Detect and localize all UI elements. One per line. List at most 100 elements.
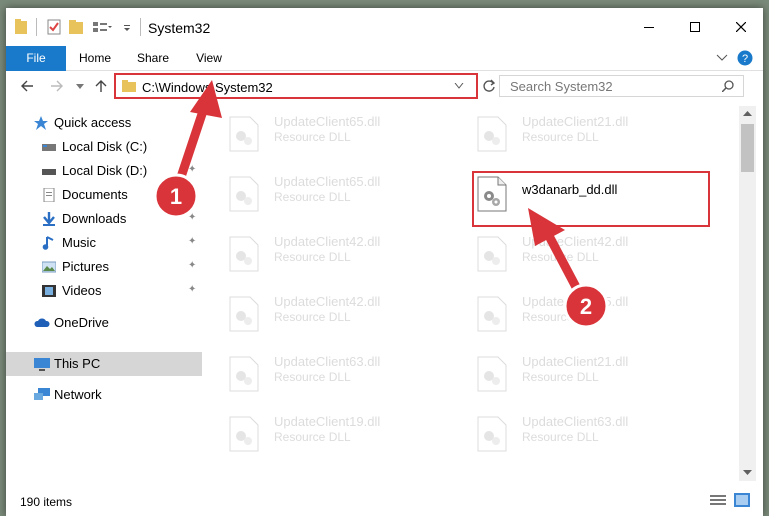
view-options-icon[interactable] [92, 18, 112, 36]
list-item[interactable]: UpdateClient42.dll Resource DLL [214, 228, 444, 278]
list-item[interactable]: UpdateClient65.dll Resource DLL [462, 288, 692, 338]
file-list: UpdateClient65.dll Resource DLL UpdateCl… [214, 106, 734, 481]
window-title: System32 [148, 20, 211, 36]
file-name: UpdateClient21.dll [522, 114, 629, 129]
sidebar-item-label: Music [62, 235, 96, 250]
vertical-scrollbar[interactable] [739, 106, 756, 481]
file-name: UpdateClient65.dll [522, 294, 629, 309]
customize-toolbar-icon[interactable] [122, 18, 132, 36]
maximize-button[interactable] [672, 8, 718, 46]
dll-file-icon [477, 236, 507, 272]
dll-file-icon [477, 296, 507, 332]
list-item[interactable]: UpdateClient21.dll Resource DLL [462, 108, 692, 158]
sidebar-item-label: Quick access [54, 115, 132, 130]
minimize-button[interactable] [626, 8, 672, 46]
back-arrow-icon[interactable] [20, 79, 34, 93]
folder-icon [122, 80, 136, 92]
list-item[interactable]: UpdateClient63.dll Resource DLL [214, 348, 444, 398]
close-button[interactable] [718, 8, 763, 46]
drive-icon [42, 144, 56, 151]
scroll-up-icon[interactable] [743, 111, 752, 117]
sidebar-item-music[interactable]: Music ✦ [6, 232, 202, 254]
pictures-icon [42, 261, 56, 273]
list-item[interactable]: UpdateClient42.dll Resource DLL [214, 288, 444, 338]
refresh-icon[interactable] [482, 79, 496, 93]
target-file-highlight [472, 171, 710, 227]
file-type: Resource DLL [522, 130, 599, 144]
search-icon[interactable] [722, 80, 734, 92]
file-type: Resource DLL [522, 430, 599, 444]
separator [140, 18, 141, 36]
address-row: C:\Windows\System32 Search System32 [6, 71, 763, 103]
scroll-down-icon[interactable] [743, 470, 752, 476]
sidebar-item-local-disk-d[interactable]: Local Disk (D:) ✦ [6, 160, 202, 182]
film-strip-icon [42, 285, 56, 297]
address-bar[interactable]: C:\Windows\System32 [114, 73, 478, 99]
expand-ribbon-icon[interactable] [716, 54, 728, 62]
tab-home[interactable]: Home [68, 46, 122, 70]
pin-icon: ✦ [188, 284, 197, 295]
search-placeholder: Search System32 [510, 79, 613, 94]
download-arrow-icon [43, 212, 55, 226]
title-bar: System32 [6, 8, 763, 46]
sidebar-item-onedrive[interactable]: OneDrive [6, 312, 202, 334]
dll-file-icon [229, 116, 259, 152]
star-icon [34, 116, 48, 130]
search-box[interactable]: Search System32 [499, 75, 744, 97]
list-item[interactable]: UpdateClient63.dll Resource DLL [462, 408, 692, 458]
music-note-icon [42, 236, 54, 250]
dll-file-icon [477, 116, 507, 152]
ribbon: File Home Share View ? [6, 46, 763, 96]
forward-arrow-icon[interactable] [50, 79, 64, 93]
file-name: UpdateClient63.dll [522, 414, 629, 429]
sidebar-item-label: Local Disk (D:) [62, 163, 148, 178]
sidebar-item-local-disk-c[interactable]: Local Disk (C:) [6, 136, 202, 158]
sidebar-item-documents[interactable]: Documents ✦ [6, 184, 202, 206]
file-type: Resource DLL [522, 310, 599, 324]
list-item[interactable]: UpdateClient21.dll Resource DLL [462, 348, 692, 398]
svg-text:?: ? [742, 53, 748, 65]
file-type: Resource DLL [522, 250, 599, 264]
file-type: Resource DLL [522, 370, 599, 384]
up-arrow-icon[interactable] [94, 79, 108, 93]
dll-file-icon [477, 416, 507, 452]
file-name: UpdateClient65.dll [274, 114, 381, 129]
file-name: UpdateClient19.dll [274, 414, 381, 429]
dll-file-icon [229, 176, 259, 212]
sidebar-item-label: Videos [62, 283, 102, 298]
properties-icon[interactable] [46, 18, 62, 36]
sidebar-item-downloads[interactable]: Downloads ✦ [6, 208, 202, 230]
recent-locations-icon[interactable] [76, 84, 84, 90]
list-item[interactable]: UpdateClient19.dll Resource DLL [214, 408, 444, 458]
maximize-icon [690, 22, 700, 32]
dll-file-icon [229, 416, 259, 452]
sidebar-item-network[interactable]: Network [6, 384, 202, 406]
status-bar: 190 items [6, 486, 763, 516]
dll-file-icon [229, 236, 259, 272]
separator [36, 18, 37, 36]
sidebar-item-label: This PC [54, 356, 101, 371]
list-item[interactable]: UpdateClient65.dll Resource DLL [214, 108, 444, 158]
list-item[interactable]: UpdateClient42.dll Resource DLL [462, 228, 692, 278]
navigation-pane: Quick access Local Disk (C:) Local Disk … [6, 106, 202, 481]
file-name: UpdateClient42.dll [274, 234, 381, 249]
help-icon[interactable]: ? [737, 50, 753, 66]
sidebar-item-videos[interactable]: Videos ✦ [6, 280, 202, 302]
pin-icon: ✦ [188, 236, 197, 247]
documents-icon [43, 188, 55, 202]
folder-icon [15, 19, 27, 34]
dll-file-icon [229, 296, 259, 332]
sidebar-item-quick-access[interactable]: Quick access [6, 112, 202, 134]
scrollbar-thumb[interactable] [741, 124, 754, 172]
tab-share[interactable]: Share [126, 46, 180, 70]
chevron-down-icon[interactable] [454, 83, 464, 89]
details-view-icon[interactable] [710, 494, 726, 506]
list-item[interactable]: UpdateClient65.dll Resource DLL [214, 168, 444, 218]
sidebar-item-label: Network [54, 387, 102, 402]
sidebar-item-pictures[interactable]: Pictures ✦ [6, 256, 202, 278]
new-folder-icon[interactable] [68, 18, 84, 36]
sidebar-item-this-pc[interactable]: This PC [6, 352, 202, 376]
large-icons-view-icon[interactable] [734, 493, 750, 507]
tab-view[interactable]: View [182, 46, 236, 70]
minimize-icon [644, 27, 654, 28]
